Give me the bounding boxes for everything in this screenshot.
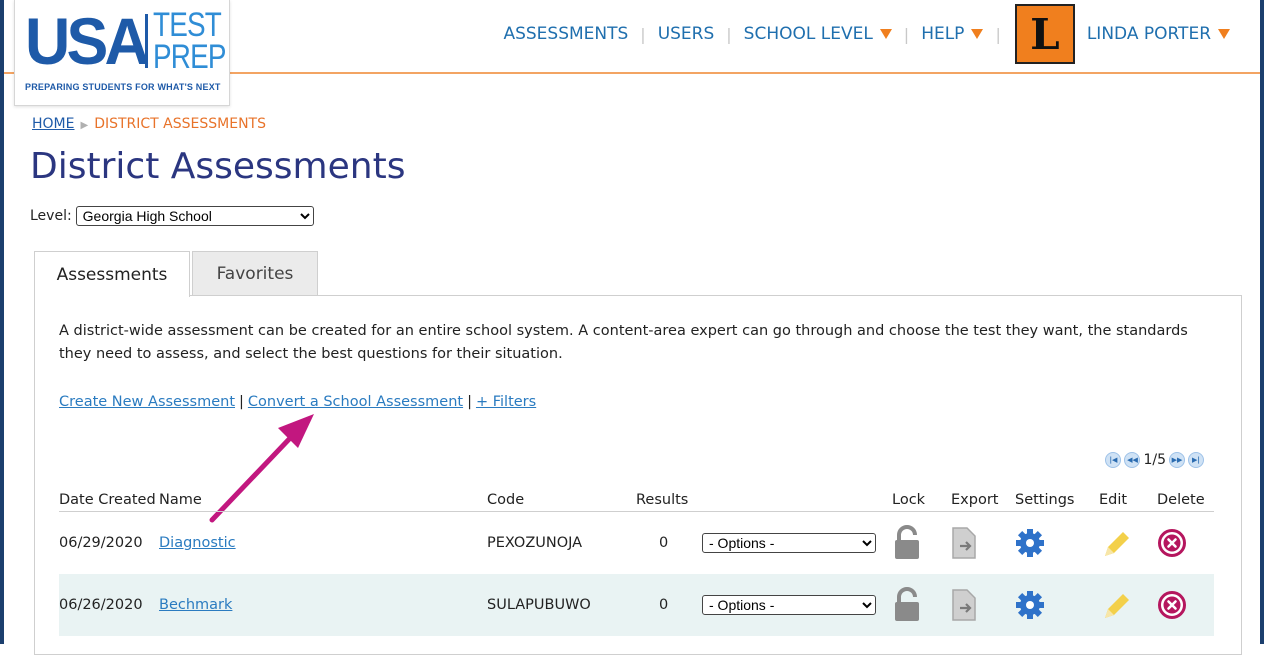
user-menu[interactable]: LINDA PORTER: [1087, 24, 1230, 44]
nav-separator: |: [726, 24, 732, 44]
pagination: |◀ ◀◀ 1/5 ▶▶ ▶|: [1105, 452, 1204, 468]
level-row: Level: Georgia High School: [30, 206, 314, 226]
avatar[interactable]: L: [1014, 4, 1075, 64]
logo-usa-text: USA: [25, 4, 150, 78]
header-delete: Delete: [1157, 491, 1205, 508]
nav-users[interactable]: USERS: [658, 24, 715, 44]
description-text: A district-wide assessment can be create…: [59, 323, 1188, 362]
nav-help-label: HELP: [921, 24, 965, 44]
row-code: SULAPUBUWO: [487, 597, 591, 613]
lock-icon[interactable]: [892, 525, 922, 561]
gear-icon[interactable]: [1015, 590, 1045, 620]
level-label: Level:: [30, 208, 72, 224]
pencil-icon[interactable]: [1099, 526, 1133, 560]
page-indicator: 1/5: [1143, 452, 1166, 468]
header-export: Export: [951, 491, 999, 508]
user-name: LINDA PORTER: [1086, 24, 1211, 44]
previous-page-icon[interactable]: ◀◀: [1124, 452, 1141, 468]
tab-assessments[interactable]: Assessments: [34, 251, 190, 297]
table-row: 06/29/2020 Diagnostic PEXOZUNOJA 0 - Opt…: [59, 512, 1214, 574]
row-options-select[interactable]: - Options -: [702, 533, 876, 553]
nav-separator: |: [903, 24, 910, 44]
header-date-created[interactable]: Date Created: [59, 492, 156, 508]
row-date: 06/26/2020: [59, 597, 143, 613]
header-results[interactable]: Results: [636, 492, 688, 508]
logo-test-text: TEST: [153, 6, 222, 44]
lock-icon[interactable]: [892, 587, 922, 623]
nav-help[interactable]: HELP: [921, 24, 984, 44]
assessments-table: Date Created Name Code Results Lock Expo…: [59, 488, 1214, 636]
first-page-icon[interactable]: |◀: [1105, 452, 1122, 468]
header-edit: Edit: [1099, 491, 1128, 508]
chevron-down-icon: [971, 29, 984, 39]
export-icon[interactable]: [951, 588, 979, 622]
breadcrumb-current: DISTRICT ASSESSMENTS: [94, 116, 266, 132]
row-results: 0: [659, 535, 669, 551]
pencil-icon[interactable]: [1099, 588, 1133, 622]
row-options-select[interactable]: - Options -: [702, 595, 876, 615]
nav-separator: |: [640, 24, 646, 44]
nav-school-level-label: SCHOOL LEVEL: [743, 24, 873, 44]
row-code: PEXOZUNOJA: [487, 535, 583, 551]
logo-divider: [145, 14, 148, 68]
row-name-link[interactable]: Bechmark: [159, 597, 232, 613]
header-code[interactable]: Code: [487, 492, 524, 508]
breadcrumb-home-link[interactable]: HOME: [32, 116, 74, 132]
table-row: 06/26/2020 Bechmark SULAPUBUWO 0 - Optio…: [59, 574, 1214, 636]
nav-separator: |: [995, 24, 1001, 44]
page-title: District Assessments: [30, 146, 406, 187]
header-name[interactable]: Name: [159, 492, 202, 508]
logo-tagline: PREPARING STUDENTS FOR WHAT'S NEXT: [25, 82, 221, 92]
logo-prep-text: PREP: [153, 38, 226, 76]
chevron-down-icon: [879, 29, 892, 39]
usa-test-prep-logo[interactable]: USA TEST PREP PREPARING STUDENTS FOR WHA…: [14, 0, 230, 106]
delete-icon[interactable]: [1157, 528, 1187, 558]
nav-assessments[interactable]: ASSESSMENTS: [503, 24, 628, 44]
export-icon[interactable]: [951, 526, 979, 560]
breadcrumb: HOME ▶ DISTRICT ASSESSMENTS: [32, 116, 266, 132]
level-select[interactable]: Georgia High School: [75, 206, 314, 226]
tab-favorites[interactable]: Favorites: [192, 251, 318, 296]
breadcrumb-separator-icon: ▶: [80, 120, 89, 131]
table-header: Date Created Name Code Results Lock Expo…: [59, 488, 1214, 512]
next-page-icon[interactable]: ▶▶: [1169, 452, 1185, 468]
delete-icon[interactable]: [1157, 590, 1187, 620]
gear-icon[interactable]: [1015, 528, 1045, 558]
filters-link[interactable]: + Filters: [476, 394, 536, 410]
nav-school-level[interactable]: SCHOOL LEVEL: [744, 24, 892, 44]
row-date: 06/29/2020: [59, 535, 143, 551]
action-separator: |: [467, 394, 472, 410]
top-navigation: ASSESSMENTS | USERS | SCHOOL LEVEL | HEL…: [503, 4, 1230, 64]
last-page-icon[interactable]: ▶|: [1188, 452, 1204, 468]
row-name-link[interactable]: Diagnostic: [159, 535, 236, 551]
chevron-down-icon: [1218, 29, 1230, 39]
row-results: 0: [659, 597, 669, 613]
header-lock: Lock: [892, 491, 926, 508]
header-settings: Settings: [1015, 491, 1075, 508]
